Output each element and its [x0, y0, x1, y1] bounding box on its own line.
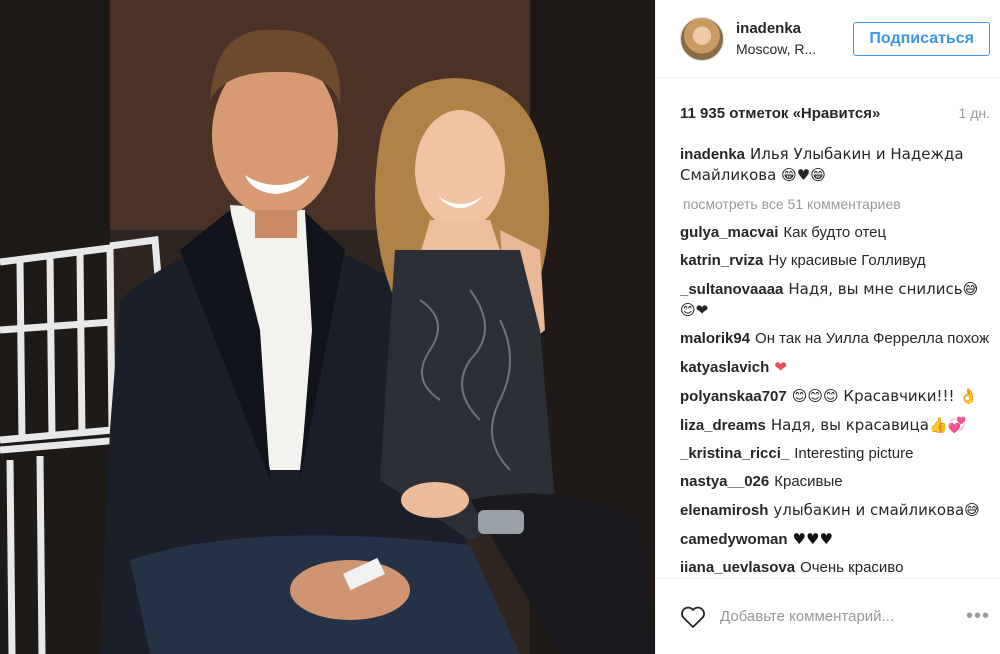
comment-username[interactable]: iiana_uevlasova: [680, 559, 795, 576]
comment-username[interactable]: katrin_rviza: [680, 252, 763, 269]
author-meta: inadenka Moscow, R...: [736, 20, 853, 57]
comment-item: nastya__026 Красивые: [680, 472, 990, 492]
comment-item: _kristina_ricci_ Interesting picture: [680, 444, 990, 464]
comment-item: katrin_rviza Ну красивые Голливуд: [680, 251, 990, 271]
comment-username[interactable]: gulya_macvai: [680, 224, 778, 241]
post-modal: inadenka Moscow, R... Подписаться 11 935…: [0, 0, 1000, 654]
comment-text: ♥♥♥: [792, 530, 833, 548]
comment-username[interactable]: _sultanovaaaa: [680, 281, 783, 298]
comment-username[interactable]: liza_dreams: [680, 417, 766, 434]
add-comment-input[interactable]: [718, 607, 966, 626]
comment-text: Надя, вы красавица👍💞: [770, 416, 967, 434]
photo-illustration: [0, 0, 655, 654]
comment-username[interactable]: _kristina_ricci_: [680, 445, 789, 462]
comment-item: liza_dreams Надя, вы красавица👍💞: [680, 415, 990, 436]
comment-bar: •••: [656, 578, 1000, 654]
comment-item: gulya_macvai Как будто отец: [680, 223, 990, 243]
comment-text: Очень красиво: [800, 559, 904, 576]
comment-item: polyanskaa707 😊😊😊 Красавчики!!! 👌: [680, 386, 990, 407]
comment-text: Он так на Уилла Феррелла похож: [755, 330, 990, 347]
comment-item: iiana_uevlasova Очень красиво: [680, 558, 990, 578]
comment-username[interactable]: camedywoman: [680, 531, 788, 548]
comment-item: camedywoman ♥♥♥: [680, 529, 990, 550]
comment-username[interactable]: malorik94: [680, 330, 750, 347]
follow-button[interactable]: Подписаться: [853, 21, 990, 56]
post-photo[interactable]: [0, 0, 655, 654]
comment-item: malorik94 Он так на Уилла Феррелла похож: [680, 329, 990, 349]
comment-caption: inadenka Илья Улыбакин и Надежда Смайлико…: [680, 144, 990, 186]
author-avatar[interactable]: [680, 16, 724, 61]
comment-username[interactable]: katyaslavich: [680, 359, 769, 376]
comment-text: Interesting picture: [794, 445, 914, 462]
comment-username[interactable]: polyanskaa707: [680, 388, 787, 405]
comments-list[interactable]: inadenka Илья Улыбакин и Надежда Смайлико…: [680, 144, 990, 578]
comment-text: Ну красивые Голливуд: [768, 252, 926, 269]
post-age[interactable]: 1 дн.: [959, 105, 990, 121]
post-stats: 11 935 отметок «Нравится» 1 дн.: [656, 78, 1000, 148]
author-username[interactable]: inadenka: [736, 20, 853, 37]
heart-outline-icon[interactable]: [680, 605, 706, 629]
comment-item: katyaslavich ❤: [680, 357, 990, 378]
post-side-panel: inadenka Moscow, R... Подписаться 11 935…: [655, 0, 1000, 654]
comment-username[interactable]: inadenka: [680, 146, 745, 163]
comment-username[interactable]: nastya__026: [680, 473, 769, 490]
comment-text: 😊😊😊 Красавчики!!! 👌: [791, 387, 978, 405]
comment-text: улыбакин и смайликова😅: [773, 501, 980, 519]
comment-text: ❤: [774, 358, 787, 376]
comment-item: elenamirosh улыбакин и смайликова😅: [680, 500, 990, 521]
likes-count[interactable]: 11 935 отметок «Нравится»: [680, 105, 880, 122]
comment-text: Красивые: [774, 473, 843, 490]
view-all-comments-link[interactable]: посмотреть все 51 комментариев: [683, 194, 990, 214]
comment-item: _sultanovaaaa Надя, вы мне снились😅😊❤: [680, 279, 990, 321]
comment-username[interactable]: elenamirosh: [680, 502, 768, 519]
post-header: inadenka Moscow, R... Подписаться: [656, 0, 1000, 78]
author-location[interactable]: Moscow, R...: [736, 41, 853, 57]
more-options-icon[interactable]: •••: [966, 605, 990, 628]
comment-text: Как будто отец: [783, 224, 887, 241]
